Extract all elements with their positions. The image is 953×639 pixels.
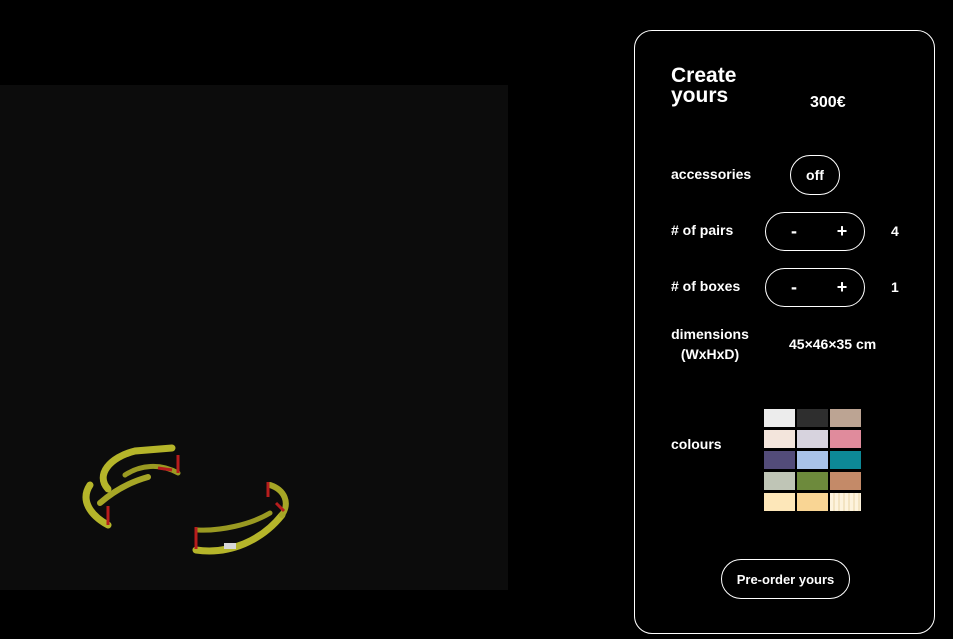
boxes-increment-button[interactable]: + (822, 269, 862, 306)
colours-label: colours (671, 436, 722, 452)
colour-swatch[interactable] (830, 472, 861, 490)
boxes-count: 1 (891, 279, 899, 295)
colour-swatch[interactable] (764, 472, 795, 490)
colour-swatch[interactable] (764, 451, 795, 469)
model-frame-lower (192, 511, 286, 555)
colour-swatch[interactable] (797, 430, 828, 448)
colour-swatch[interactable] (830, 493, 861, 511)
price-value: 300€ (810, 94, 846, 111)
model-label-tag (224, 543, 236, 549)
pairs-label: # of pairs (671, 222, 734, 238)
3d-viewport[interactable] (0, 85, 508, 590)
accessories-toggle[interactable]: off (790, 155, 840, 195)
colour-swatch-grid (764, 409, 862, 511)
preorder-button[interactable]: Pre-order yours (721, 559, 850, 599)
model-frame-lower-inner (195, 510, 273, 533)
boxes-decrement-button[interactable]: - (774, 269, 814, 306)
colour-swatch[interactable] (830, 409, 861, 427)
colour-swatch[interactable] (797, 451, 828, 469)
dimensions-label: dimensions (WxHxD) (671, 326, 749, 362)
colour-swatch[interactable] (764, 409, 795, 427)
colour-swatch[interactable] (797, 493, 828, 511)
configurator-panel: Create yours 300€ accessories off # of p… (634, 30, 935, 634)
model-frame-left (82, 481, 112, 529)
boxes-label: # of boxes (671, 278, 741, 294)
colour-swatch[interactable] (764, 493, 795, 511)
accessories-label: accessories (671, 166, 752, 182)
colour-swatch[interactable] (830, 430, 861, 448)
shoe-rack-model[interactable] (0, 85, 508, 590)
model-accent-2 (157, 466, 173, 472)
panel-title: Create yours (671, 64, 737, 107)
dimensions-value: 45×46×35 cm (789, 336, 877, 352)
colour-swatch[interactable] (797, 472, 828, 490)
colour-swatch[interactable] (764, 430, 795, 448)
pairs-decrement-button[interactable]: - (774, 213, 814, 250)
pairs-increment-button[interactable]: + (822, 213, 862, 250)
colour-swatch[interactable] (830, 451, 861, 469)
pairs-count: 4 (891, 223, 899, 239)
boxes-stepper: - + (765, 268, 865, 307)
colour-swatch[interactable] (797, 409, 828, 427)
pairs-stepper: - + (765, 212, 865, 251)
